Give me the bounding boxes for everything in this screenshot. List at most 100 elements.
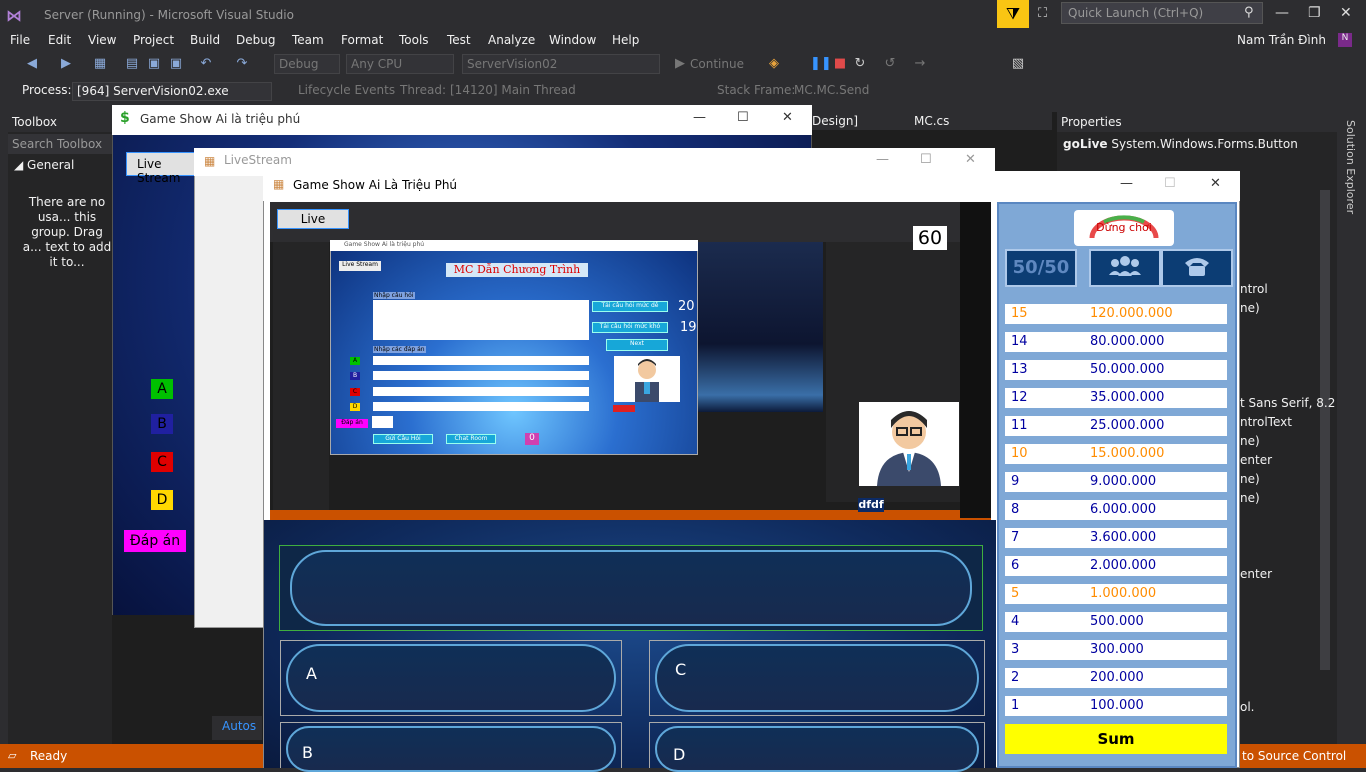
live-button[interactable]: Live [277, 209, 349, 229]
pause-icon[interactable]: ❚❚ [810, 56, 832, 72]
config-combo[interactable]: Debug [274, 54, 340, 74]
toolbox-empty-message: There are no usa... this group. Drag a..… [22, 195, 112, 269]
minimize-icon[interactable]: — [1275, 5, 1289, 21]
minimize-icon[interactable]: — [1120, 176, 1133, 191]
save-all-icon[interactable]: ▣ [168, 56, 184, 72]
close-icon[interactable]: ✕ [782, 110, 793, 125]
toolbox-group-general[interactable]: ◢ General [14, 158, 74, 172]
maximize-icon[interactable]: ☐ [920, 152, 932, 167]
process-combo[interactable]: [964] ServerVision02.exe [72, 82, 272, 101]
minimize-icon[interactable]: — [693, 110, 706, 125]
prop-value[interactable]: ne) [1240, 301, 1260, 315]
quick-launch-input[interactable]: Quick Launch (Ctrl+Q) [1061, 2, 1263, 24]
document-tabs: Design] MC.cs [812, 112, 1052, 130]
answer-d-label[interactable]: D [151, 490, 173, 510]
notification-icon[interactable]: ⛶ [1038, 6, 1047, 21]
answer-b-box[interactable] [286, 726, 616, 772]
close-icon[interactable]: ✕ [1340, 5, 1352, 21]
live-stream-button[interactable]: Live Stream [126, 152, 198, 185]
stop-icon[interactable]: ■ [832, 56, 848, 72]
prop-value[interactable]: t Sans Serif, 8.2 [1240, 396, 1335, 410]
menu-build[interactable]: Build [190, 33, 220, 47]
stream-question-label: Nhập câu hỏi [373, 292, 415, 299]
answer-a-box[interactable] [286, 644, 616, 712]
signed-in-user[interactable]: Nam Trần Đình [1237, 33, 1326, 47]
prop-value[interactable]: enter [1240, 453, 1272, 467]
menu-analyze[interactable]: Analyze [488, 33, 535, 47]
menu-project[interactable]: Project [133, 33, 174, 47]
stack-frame-combo[interactable]: MC.MC.Send [794, 83, 869, 97]
redo-icon[interactable]: ↷ [234, 56, 250, 72]
toolbox-search-input[interactable]: Search Toolbox [8, 134, 112, 154]
source-control-button[interactable]: to Source Control [1242, 749, 1346, 763]
sum-button[interactable]: Sum [1005, 724, 1227, 754]
properties-object[interactable]: goLive System.Windows.Forms.Button [1063, 137, 1298, 151]
menu-view[interactable]: View [88, 33, 116, 47]
prize-amount: 80.000.000 [1090, 334, 1165, 349]
prop-value[interactable]: ntrolText [1240, 415, 1292, 429]
minimize-icon[interactable]: — [876, 152, 889, 167]
stream-mc-title: Game Show Ai là triệu phú [330, 240, 698, 251]
lifeline-5050[interactable]: 50/50 [1005, 249, 1077, 287]
close-icon[interactable]: ✕ [965, 152, 976, 167]
save-icon[interactable]: ▣ [146, 56, 162, 72]
answer-d-box[interactable] [655, 726, 979, 772]
answer-b-label[interactable]: B [151, 414, 173, 434]
prize-level: 14 [1011, 334, 1028, 349]
lifeline-phone-icon[interactable] [1161, 249, 1233, 287]
restore-icon[interactable]: ❐ [1308, 5, 1321, 21]
stream-editor [698, 242, 823, 412]
restart-icon[interactable]: ↻ [852, 56, 868, 72]
process-icon[interactable]: ◈ [766, 56, 782, 72]
prop-value[interactable]: enter [1240, 567, 1272, 581]
prize-amount: 35.000.000 [1090, 390, 1165, 405]
tab-autos[interactable]: Autos [222, 719, 256, 733]
thread-combo[interactable]: [14120] Main Thread [450, 83, 576, 97]
forward-icon[interactable]: ▶ [58, 56, 74, 72]
new-project-icon[interactable]: ▦ [92, 56, 108, 72]
menu-team[interactable]: Team [292, 33, 324, 47]
show-next-statement-icon[interactable]: ↺ [882, 56, 898, 72]
continue-icon[interactable]: ▶ [672, 56, 688, 72]
prop-value[interactable]: ntrol [1240, 282, 1268, 296]
close-icon[interactable]: ✕ [1210, 176, 1221, 191]
maximize-icon[interactable]: ☐ [737, 110, 749, 125]
prize-amount: 300.000 [1090, 642, 1144, 657]
menu-window[interactable]: Window [549, 33, 596, 47]
menu-test[interactable]: Test [447, 33, 471, 47]
step-into-icon[interactable]: → [912, 56, 928, 72]
stream-vs-chrome [270, 202, 991, 242]
menu-format[interactable]: Format [341, 33, 383, 47]
stop-game-button[interactable]: Dừng chơi [1074, 210, 1174, 246]
continue-button[interactable]: Continue [690, 57, 744, 71]
startup-project-combo[interactable]: ServerVision02 [462, 54, 660, 74]
tab-mc-cs[interactable]: MC.cs [914, 114, 949, 128]
undo-icon[interactable]: ↶ [198, 56, 214, 72]
platform-combo[interactable]: Any CPU [346, 54, 454, 74]
prop-value[interactable]: ne) [1240, 472, 1260, 486]
tab-design[interactable]: Design] [812, 114, 858, 128]
prize-level: 2 [1011, 670, 1020, 685]
lifecycle-events-combo[interactable]: Lifecycle Events [298, 83, 395, 97]
menu-debug[interactable]: Debug [236, 33, 275, 47]
lifeline-audience-icon[interactable] [1089, 249, 1161, 287]
answer-button[interactable]: Đáp án [124, 530, 186, 552]
feedback-filter-icon[interactable]: ⧩ [997, 0, 1029, 28]
back-icon[interactable]: ◀ [24, 56, 40, 72]
answer-c-box[interactable] [655, 644, 979, 712]
hex-display-icon[interactable]: ▧ [1010, 56, 1026, 72]
menu-file[interactable]: File [10, 33, 30, 47]
prop-value[interactable]: ne) [1240, 491, 1260, 505]
prop-value[interactable]: ne) [1240, 434, 1260, 448]
properties-scrollbar[interactable] [1320, 190, 1330, 670]
open-folder-icon[interactable]: ▤ [124, 56, 140, 72]
search-icon[interactable]: ⚲ [1244, 5, 1254, 20]
avatar[interactable]: N [1338, 33, 1352, 47]
menu-tools[interactable]: Tools [399, 33, 429, 47]
solution-explorer-tab[interactable]: Solution Explorer [1338, 112, 1366, 752]
menu-edit[interactable]: Edit [48, 33, 71, 47]
answer-c-label[interactable]: C [151, 452, 173, 472]
menu-help[interactable]: Help [612, 33, 639, 47]
maximize-icon[interactable]: ☐ [1164, 176, 1176, 191]
answer-a-label[interactable]: A [151, 379, 173, 399]
